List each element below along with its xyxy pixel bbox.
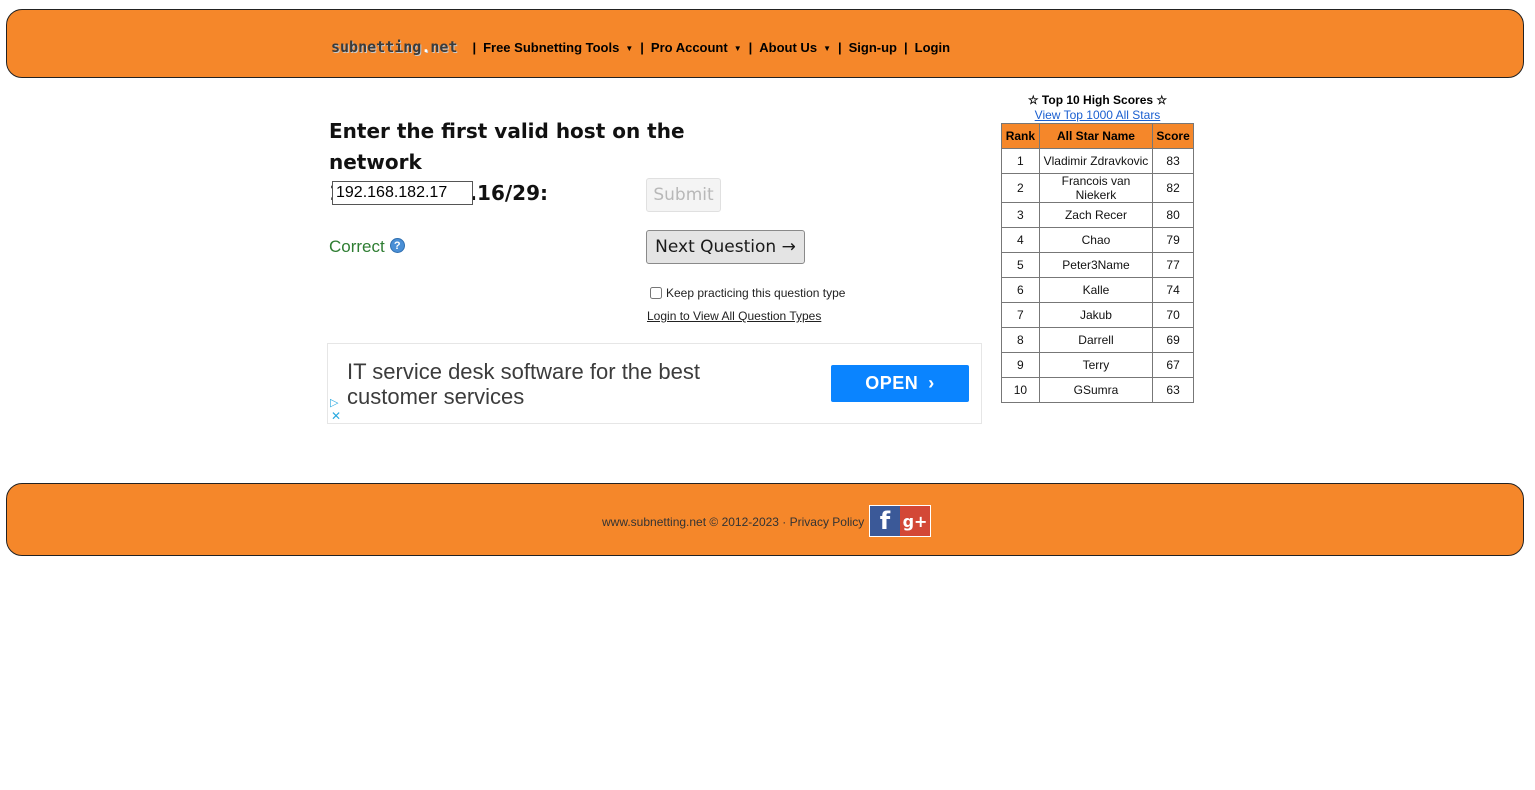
column-header-name: All Star Name — [1038, 123, 1154, 149]
score-cell: 77 — [1152, 252, 1194, 278]
caret-down-icon: ▼ — [733, 43, 742, 53]
score-cell: 63 — [1152, 377, 1194, 403]
name-cell: Chao — [1038, 227, 1154, 253]
rank-cell: 2 — [1001, 173, 1040, 203]
name-cell: Vladimir Zdravkovic — [1038, 148, 1154, 174]
caret-down-icon: ▼ — [625, 43, 634, 53]
chevron-right-icon: › — [928, 373, 935, 393]
close-icon[interactable]: ✕ — [331, 409, 341, 423]
score-cell: 74 — [1152, 277, 1194, 303]
adchoices-icon[interactable]: ▷ — [330, 396, 338, 409]
copyright-text: www.subnetting.net © 2012-2023 · — [602, 515, 790, 529]
nav-free-subnetting-tools[interactable]: Free Subnetting Tools ▼ — [483, 40, 633, 55]
nav-separator: | — [904, 39, 908, 55]
rank-cell: 5 — [1001, 252, 1040, 278]
view-top-1000-link[interactable]: View Top 1000 All Stars — [1001, 108, 1194, 122]
ad-open-button[interactable]: OPEN › — [831, 365, 969, 402]
help-icon[interactable]: ? — [389, 237, 405, 253]
rank-cell: 10 — [1001, 377, 1040, 403]
rank-cell: 6 — [1001, 277, 1040, 303]
main-nav: subnetting.net | Free Subnetting Tools ▼ … — [325, 37, 950, 57]
rank-cell: 9 — [1001, 352, 1040, 378]
table-row: 7 Jakub 70 — [1001, 302, 1194, 328]
rank-cell: 8 — [1001, 327, 1040, 353]
table-row: 5 Peter3Name 77 — [1001, 252, 1194, 278]
caret-down-icon: ▼ — [823, 43, 831, 53]
answer-input[interactable] — [332, 181, 473, 205]
footer-text: www.subnetting.net © 2012-2023 · Privacy… — [602, 515, 864, 529]
rank-cell: 7 — [1001, 302, 1040, 328]
keep-practicing-label: Keep practicing this question type — [666, 286, 846, 300]
rank-cell: 3 — [1001, 202, 1040, 228]
high-scores-table: Rank All Star Name Score 1 Vladimir Zdrav… — [1001, 123, 1194, 403]
high-scores-title: ☆ Top 10 High Scores ☆ — [1027, 93, 1168, 107]
name-cell: Kalle — [1038, 277, 1154, 303]
result-label: Correct — [329, 237, 385, 256]
score-cell: 83 — [1152, 148, 1194, 174]
table-row: 4 Chao 79 — [1001, 227, 1194, 253]
name-cell: GSumra — [1038, 377, 1154, 403]
score-cell: 79 — [1152, 227, 1194, 253]
submit-button[interactable]: Submit — [646, 178, 721, 212]
nav-separator: | — [748, 39, 753, 55]
name-cell: Zach Recer — [1038, 202, 1154, 228]
question-line-1: Enter the first valid host on the networ… — [329, 119, 685, 174]
name-cell: Darrell — [1038, 327, 1154, 353]
facebook-icon[interactable]: f — [870, 506, 900, 536]
table-row: 1 Vladimir Zdravkovic 83 — [1001, 148, 1194, 174]
table-header-row: Rank All Star Name Score — [1001, 123, 1194, 149]
nav-separator: | — [472, 39, 477, 55]
nav-separator: | — [837, 39, 842, 55]
result-status: Correct ? — [329, 237, 405, 257]
site-logo[interactable]: subnetting.net — [331, 38, 457, 56]
table-row: 6 Kalle 74 — [1001, 277, 1194, 303]
keep-practicing-option[interactable]: Keep practicing this question type — [649, 286, 845, 300]
name-cell: Terry — [1038, 352, 1154, 378]
header-bar: subnetting.net | Free Subnetting Tools ▼ … — [6, 9, 1524, 78]
score-cell: 70 — [1152, 302, 1194, 328]
table-row: 9 Terry 67 — [1001, 352, 1194, 378]
footer-bar: www.subnetting.net © 2012-2023 · Privacy… — [6, 483, 1524, 556]
nav-separator: | — [640, 39, 644, 55]
login-view-all-link[interactable]: Login to View All Question Types — [647, 309, 821, 323]
rank-cell: 1 — [1001, 148, 1040, 174]
privacy-policy-link[interactable]: Privacy Policy — [790, 515, 865, 529]
ad-open-label: OPEN — [865, 373, 919, 393]
score-cell: 67 — [1152, 352, 1194, 378]
nav-sign-up[interactable]: Sign-up — [849, 40, 897, 55]
google-plus-icon[interactable]: g+ — [900, 506, 930, 536]
nav-pro-account[interactable]: Pro Account ▼ — [651, 40, 742, 55]
table-row: 8 Darrell 69 — [1001, 327, 1194, 353]
ad-banner[interactable]: IT service desk software for the best cu… — [327, 343, 982, 424]
nav-login[interactable]: Login — [915, 40, 950, 55]
score-cell: 80 — [1152, 202, 1194, 228]
name-cell: Peter3Name — [1038, 252, 1154, 278]
table-row: 10 GSumra 63 — [1001, 377, 1194, 403]
social-links: f g+ — [869, 505, 931, 537]
name-cell: Jakub — [1038, 302, 1154, 328]
ad-text[interactable]: IT service desk software for the best cu… — [347, 359, 767, 409]
keep-practicing-checkbox[interactable] — [650, 287, 662, 299]
score-cell: 82 — [1152, 173, 1194, 203]
score-cell: 69 — [1152, 327, 1194, 353]
table-row: 3 Zach Recer 80 — [1001, 202, 1194, 228]
table-row: 2 Francois van Niekerk 82 — [1001, 173, 1194, 203]
name-cell: Francois van Niekerk — [1038, 173, 1154, 203]
rank-cell: 4 — [1001, 227, 1040, 253]
next-question-button[interactable]: Next Question → — [646, 230, 805, 264]
column-header-rank: Rank — [1001, 123, 1040, 149]
column-header-score: Score — [1152, 123, 1194, 149]
nav-about-us[interactable]: About Us ▼ — [759, 40, 831, 55]
